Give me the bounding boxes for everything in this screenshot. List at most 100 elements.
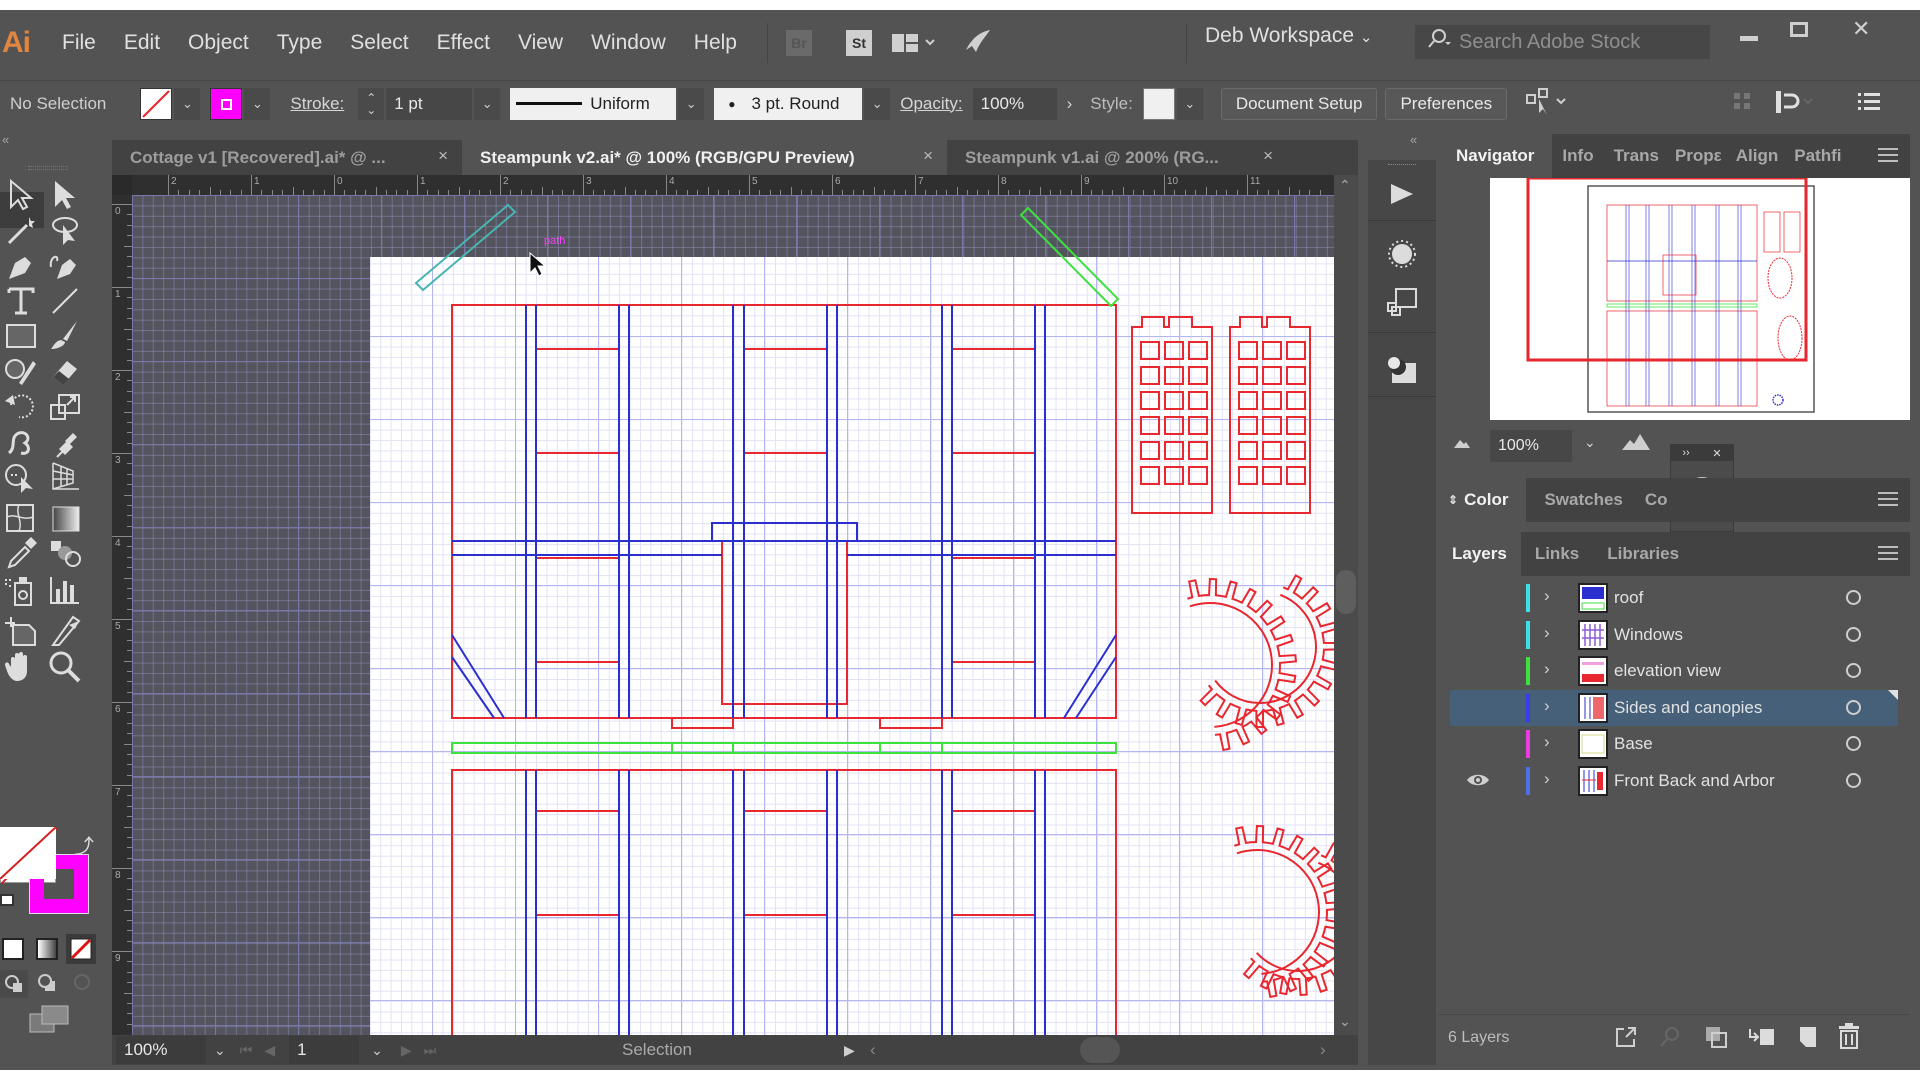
tab-swatches[interactable]: Swatches [1526, 478, 1640, 522]
export-assets-icon[interactable] [1614, 1025, 1638, 1054]
tab-steampunk-v2[interactable]: Steampunk v2.ai* @ 100% (RGB/GPU Preview… [462, 140, 947, 175]
side-panel-window[interactable] [1164, 391, 1184, 410]
side-panel-window[interactable] [1188, 341, 1208, 360]
hscroll-left-arrow[interactable]: ‹ [870, 1040, 876, 1060]
artboard-dropdown[interactable]: ⌄ [371, 1042, 383, 1059]
brush-definition[interactable]: ● 3 pt. Round [714, 87, 863, 120]
side-panel-window[interactable] [1262, 416, 1282, 435]
menu-help[interactable]: Help [694, 31, 737, 55]
close-floating-panel-icon[interactable]: ✕ [1712, 447, 1721, 460]
side-panel-window[interactable] [1286, 416, 1306, 435]
maximize-button[interactable] [1790, 22, 1808, 37]
stroke-swatch[interactable] [210, 87, 243, 120]
layer-name[interactable]: Windows [1614, 625, 1683, 645]
symbol-sprayer-tool[interactable] [0, 570, 40, 610]
direct-selection-tool[interactable] [44, 174, 84, 214]
shape-builder-tool[interactable] [0, 456, 40, 496]
side-panel-window[interactable] [1238, 441, 1258, 460]
window-lower-2[interactable] [951, 810, 1036, 916]
side-panel-window[interactable] [1140, 466, 1160, 485]
dock-grip[interactable] [1388, 164, 1416, 168]
gear-inner-3[interactable] [1255, 861, 1334, 972]
transparency-panel-button[interactable] [1376, 348, 1428, 392]
layer-name[interactable]: Base [1614, 734, 1653, 754]
side-panel-window[interactable] [1238, 391, 1258, 410]
layers-panel-menu-icon[interactable] [1878, 546, 1898, 560]
next-artboard-icon[interactable]: ▶ [401, 1042, 412, 1059]
floating-panel-header[interactable]: ›› ✕ [1671, 445, 1733, 461]
tab-steampunk-v1[interactable]: Steampunk v1.ai @ 200% (RG... × [947, 140, 1287, 175]
first-artboard-icon[interactable]: ⏮ [240, 1042, 253, 1059]
wall-notches[interactable] [671, 718, 943, 729]
search-adobe-stock-input[interactable]: Search Adobe Stock [1415, 25, 1710, 59]
collapse-toolbar-arrows[interactable]: « [2, 132, 9, 147]
side-panel-window[interactable] [1286, 341, 1306, 360]
tab-color[interactable]: ⇕ Color [1438, 478, 1527, 522]
minimize-button[interactable] [1740, 26, 1758, 41]
eyedropper-tool[interactable] [0, 532, 40, 572]
default-fill-stroke-icon[interactable] [0, 894, 14, 906]
last-artboard-icon[interactable]: ⏭ [424, 1042, 437, 1059]
zoom-in-icon[interactable] [1620, 432, 1652, 457]
scroll-down-arrow[interactable]: ⌄ [1339, 1013, 1351, 1030]
expand-layer-chevron-icon[interactable]: › [1544, 769, 1550, 789]
make-clipping-mask-icon[interactable] [1704, 1025, 1728, 1054]
profile-dropdown[interactable]: ⌄ [678, 87, 705, 120]
side-panel-window[interactable] [1188, 441, 1208, 460]
zoom-tool[interactable] [44, 646, 84, 686]
selection-tool[interactable] [0, 174, 40, 214]
visibility-toggle[interactable] [1466, 662, 1490, 678]
side-panel-window[interactable] [1164, 441, 1184, 460]
brush-dropdown[interactable]: ⌄ [864, 87, 891, 120]
side-panel-window[interactable] [1286, 391, 1306, 410]
previous-artboard-icon[interactable]: ◀ [264, 1042, 275, 1059]
layer-target-icon[interactable] [1846, 663, 1861, 678]
zoom-level-field[interactable]: 100% [116, 1036, 206, 1064]
menu-type[interactable]: Type [277, 31, 323, 55]
close-tab-icon[interactable]: × [923, 146, 933, 166]
fill-dropdown[interactable]: ⌄ [174, 87, 201, 120]
layer-row[interactable]: › elevation view [1450, 653, 1898, 689]
transform-align-icon[interactable] [1525, 87, 1569, 120]
stroke-weight-stepper[interactable]: ⌃ ⌄ [358, 87, 385, 120]
tab-cottage-v1[interactable]: Cottage v1 [Recovered].ai* @ ... × [112, 140, 462, 175]
arrange-documents-icon[interactable] [892, 32, 936, 54]
pasteboard[interactable]: path [132, 195, 1334, 1043]
side-panel-window[interactable] [1286, 466, 1306, 485]
tab-layers[interactable]: Layers [1438, 532, 1521, 576]
navigator-preview[interactable] [1490, 178, 1910, 420]
align-options-icon[interactable] [1774, 89, 1818, 120]
menu-view[interactable]: View [518, 31, 563, 55]
tab-libraries[interactable]: Libraries [1593, 532, 1693, 576]
create-new-layer-icon[interactable] [1796, 1025, 1820, 1054]
visibility-toggle[interactable] [1466, 735, 1490, 751]
horizontal-scroll-thumb[interactable] [1080, 1037, 1120, 1063]
layer-name[interactable]: Sides and canopies [1614, 698, 1762, 718]
layer-target-icon[interactable] [1846, 772, 1861, 788]
appearance-panel-button[interactable] [1376, 232, 1428, 276]
side-panel-window[interactable] [1262, 366, 1282, 385]
side-panel-window[interactable] [1238, 416, 1258, 435]
artwork[interactable] [132, 195, 1334, 1043]
layer-target-icon[interactable] [1846, 626, 1861, 642]
tab-links[interactable]: Links [1521, 532, 1593, 576]
zoom-out-icon[interactable] [1452, 436, 1472, 455]
navigator-zoom-field[interactable]: 100% [1490, 430, 1572, 462]
scroll-thumb[interactable] [1336, 570, 1356, 614]
tab-navigator[interactable]: Navigator [1438, 134, 1553, 178]
isolate-icon[interactable] [1732, 91, 1754, 118]
side-panel-window[interactable] [1238, 341, 1258, 360]
visibility-toggle[interactable] [1466, 699, 1490, 715]
menu-select[interactable]: Select [350, 31, 408, 55]
gpu-performance-icon[interactable] [962, 28, 992, 59]
vertical-ruler[interactable]: 0 1 2 3 4 5 6 7 8 9 [112, 195, 132, 1043]
window-upper-1[interactable] [743, 348, 828, 454]
window-lower-1[interactable] [743, 810, 828, 916]
expand-layer-chevron-icon[interactable]: › [1544, 732, 1550, 752]
tab-transform[interactable]: Trans [1604, 134, 1669, 178]
delete-layer-icon[interactable] [1838, 1023, 1860, 1054]
side-panel-window[interactable] [1140, 441, 1160, 460]
stroke-label[interactable]: Stroke: [290, 94, 344, 114]
hand-tool[interactable] [0, 646, 40, 686]
draw-normal-icon[interactable] [0, 970, 28, 998]
